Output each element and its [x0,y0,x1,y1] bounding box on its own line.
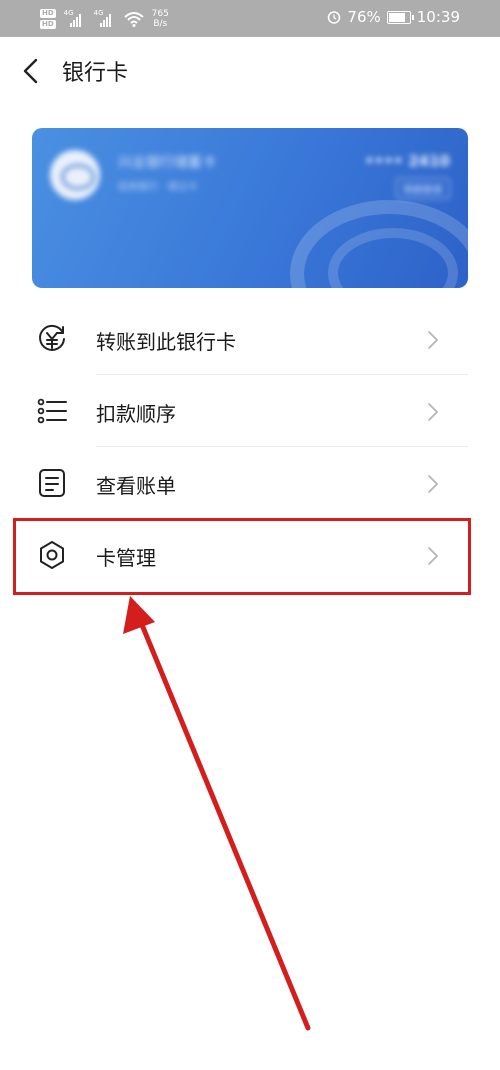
list-icon [37,398,67,424]
menu-item-transfer[interactable]: 转账到此银行卡 [0,303,500,375]
menu-item-label: 转账到此银行卡 [96,330,236,354]
battery-icon [386,10,414,24]
menu-item-label: 扣款顺序 [96,402,176,426]
title-bar: 银行卡 [0,37,500,105]
hd-badges: HD HD [40,9,56,29]
hd-badge: HD [40,9,56,18]
signal-icon: 4G [94,9,116,27]
chevron-right-icon [428,331,438,349]
hd-badge: HD [40,20,56,29]
signal-icon: 4G [64,9,86,27]
menu-item-deduction-order[interactable]: 扣款顺序 [0,375,500,447]
annotation-highlight-box [13,518,471,595]
card-number: •••• 2410 [364,152,450,170]
alarm-icon [328,11,341,24]
speed-unit: B/s [153,19,168,29]
menu-item-view-bills[interactable]: 查看账单 [0,447,500,519]
speed-value: 765 [151,9,169,19]
battery-percent: 76% [347,8,381,26]
bank-logo [50,150,100,200]
chevron-right-icon [428,475,438,493]
menu-item-label: 查看账单 [96,474,176,498]
card-content-blurred: 兴业银行储蓄卡 招商银行 · 借记卡 •••• 2410 限额额度 [32,128,468,288]
transfer-yuan-icon [39,324,65,351]
status-left: HD HD 4G 4G 765 B/s [40,6,169,32]
chevron-right-icon [428,403,438,421]
bill-icon [39,469,65,497]
status-right: 76% 10:39 [327,8,460,26]
page-title: 银行卡 [62,61,129,86]
clock: 10:39 [416,8,460,26]
bank-card[interactable]: 兴业银行储蓄卡 招商银行 · 借记卡 •••• 2410 限额额度 [32,128,468,288]
back-arrow-icon[interactable] [18,57,44,85]
wifi-icon [124,12,144,27]
bank-subtitle: 招商银行 · 借记卡 [118,182,198,193]
network-speed: 765 B/s [152,9,169,29]
bank-name: 兴业银行储蓄卡 [118,155,216,171]
card-tag: 限额额度 [396,178,450,199]
status-bar: HD HD 4G 4G 765 B/s 76% 10:39 [0,0,500,37]
